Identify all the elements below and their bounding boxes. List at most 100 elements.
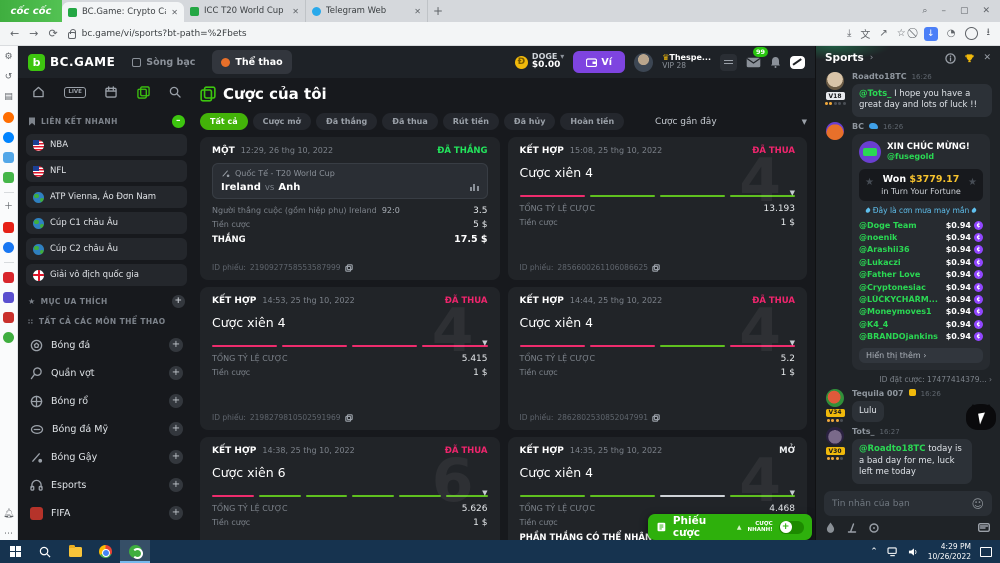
lock-icon[interactable]	[68, 32, 76, 39]
expand-sport-button[interactable]: +	[169, 366, 183, 380]
chat-toggle-icon[interactable]	[790, 56, 805, 69]
sport-item-fifa[interactable]: FIFA+	[26, 500, 187, 526]
tab-search-icon[interactable]: ⌕	[922, 6, 927, 16]
forward-icon[interactable]: →	[29, 27, 38, 40]
expand-sport-button[interactable]: +	[169, 338, 183, 352]
filter-cancelled[interactable]: Đã hủy	[504, 113, 556, 130]
bcgame-logo[interactable]: b BC.GAME	[28, 54, 115, 71]
expand-sport-button[interactable]: +	[169, 506, 183, 520]
copy-icon[interactable]	[345, 264, 353, 272]
info-icon[interactable]	[945, 53, 956, 64]
bookmark-star-icon[interactable]: ☆	[897, 28, 906, 39]
sport-item-cricket[interactable]: Bóng Gậy+	[26, 444, 187, 470]
expand-bet-icon[interactable]: ▼	[790, 189, 795, 197]
rain-winner-username[interactable]: @fusegold	[887, 152, 970, 161]
action-center-icon[interactable]	[980, 547, 992, 557]
youtube-icon[interactable]	[3, 222, 14, 233]
history-icon[interactable]: ↺	[3, 72, 14, 83]
facebook-icon[interactable]	[3, 242, 14, 253]
search-icon[interactable]	[169, 86, 181, 98]
coccoc-taskbar-button[interactable]	[120, 540, 150, 563]
winner-name[interactable]: @Lukaczi	[859, 258, 901, 267]
bet-card-single-won[interactable]: MỘT 12:29, 26 thg 10, 2022 ĐÃ THẮNG Quốc…	[200, 137, 500, 280]
rain-bet-id-link[interactable]: ID đặt cược: 17477414379... ›	[852, 375, 992, 384]
coccoc-logo[interactable]: cốc cốc	[0, 0, 62, 22]
copy-icon[interactable]	[345, 414, 353, 422]
filter-lost[interactable]: Đã thua	[382, 113, 438, 130]
add-favorite-button[interactable]: +	[172, 295, 185, 308]
bet-card-combo-1438[interactable]: KẾT HỢP 14:38, 25 thg 10, 2022 ĐÃ THUA C…	[200, 437, 500, 540]
expand-bet-icon[interactable]: ▼	[482, 339, 487, 347]
tab-bcgame[interactable]: BC.Game: Crypto Casino Gan ✕	[62, 2, 184, 22]
commands-icon[interactable]	[847, 523, 857, 533]
filter-refund[interactable]: Hoàn tiền	[560, 113, 624, 130]
chrome-button[interactable]	[90, 540, 120, 563]
nav-casino[interactable]: Sòng bạc	[123, 50, 204, 74]
save-page-icon[interactable]: ⤓	[847, 28, 851, 39]
notification-bell-icon[interactable]: 🔔︎	[3, 509, 14, 520]
tab-icc-t20[interactable]: ICC T20 World Cup '22 – $50 ✕	[184, 0, 306, 22]
tray-expand-icon[interactable]: ⌃	[870, 547, 878, 557]
chat-username[interactable]: Tequila 007	[852, 389, 904, 398]
games-icon[interactable]	[3, 172, 14, 183]
my-bets-icon[interactable]	[137, 86, 150, 99]
download-manager-icon[interactable]: ↓	[924, 27, 938, 41]
sport-item-tennis[interactable]: Quần vợt+	[26, 360, 187, 386]
winner-name[interactable]: @Doge Team	[859, 221, 917, 230]
shop-icon[interactable]	[3, 272, 14, 283]
nav-sports[interactable]: Thể thao	[212, 50, 291, 74]
coccoc-app-icon[interactable]	[3, 332, 14, 343]
inbox-button[interactable]: 99	[746, 53, 761, 72]
chat-username[interactable]: Roadto18TC	[852, 72, 907, 81]
user-avatar[interactable]	[634, 53, 653, 72]
mention-link[interactable]: @Roadto18TC	[859, 444, 925, 454]
chat-card-icon[interactable]	[978, 523, 990, 532]
bc-bot-avatar[interactable]	[826, 122, 844, 140]
extension-icon[interactable]: ◔	[947, 28, 956, 39]
bet-slip-button[interactable]: Phiếu cược ▲ CƯỢCNHANH!	[648, 514, 812, 540]
sidebar-item-cup-c2[interactable]: Cúp C2 châu Âu	[26, 238, 187, 260]
filter-open[interactable]: Cược mở	[253, 113, 311, 130]
winner-name[interactable]: @Cryptonesiac	[859, 283, 926, 292]
add-shortcut-icon[interactable]: ＋	[3, 202, 14, 213]
user-info[interactable]: ♛Thespe... VIP 28	[662, 53, 711, 71]
settings-gear-icon[interactable]: ⚙	[3, 52, 14, 63]
more-icon[interactable]: ⋯	[3, 529, 14, 540]
sort-dropdown[interactable]: Cược gần đây ▼	[655, 117, 807, 127]
filter-cashout[interactable]: Rút tiền	[443, 113, 499, 130]
profile-icon[interactable]	[965, 27, 978, 40]
sport-item-football[interactable]: Bóng đá+	[26, 332, 187, 358]
reading-list-icon[interactable]: ▤	[3, 92, 14, 103]
sport-item-esports[interactable]: Esports+	[26, 472, 187, 498]
tab-telegram[interactable]: Telegram Web ✕	[306, 0, 428, 22]
avatar[interactable]	[826, 389, 844, 407]
bet-list-icon[interactable]	[720, 54, 737, 71]
mention-link[interactable]: @Tots_	[859, 89, 891, 99]
network-icon[interactable]	[887, 547, 899, 557]
match-stats-icon[interactable]	[470, 184, 479, 191]
filter-won[interactable]: Đã thắng	[316, 113, 377, 130]
chat-username[interactable]: Tots_	[852, 427, 874, 436]
winner-name[interactable]: @Arashii36	[859, 245, 910, 254]
sidebar-item-national-championship[interactable]: Giải vô địch quốc gia	[26, 264, 187, 286]
quick-bet-toggle[interactable]	[779, 521, 804, 534]
new-tab-button[interactable]: +	[428, 0, 448, 22]
calendar-icon[interactable]	[105, 86, 117, 98]
bet-card-combo-1508[interactable]: KẾT HỢP 15:08, 25 thg 10, 2022 ĐÃ THUA C…	[508, 137, 808, 280]
home-icon[interactable]	[32, 86, 45, 98]
emoji-icon[interactable]: ☺	[971, 497, 984, 511]
live-icon[interactable]: LIVE	[64, 87, 86, 98]
sidebar-item-cup-c1[interactable]: Cúp C1 châu Âu	[26, 212, 187, 234]
sidebar-item-nfl[interactable]: NFL	[26, 160, 187, 182]
chat-room-label[interactable]: Sports	[825, 52, 864, 64]
chat-message-input[interactable]	[832, 499, 971, 509]
taskbar-search-button[interactable]	[30, 540, 60, 563]
winner-name[interactable]: @Father Love	[859, 270, 920, 279]
bell-icon[interactable]	[770, 56, 781, 68]
cloud-icon[interactable]	[3, 152, 14, 163]
sidebar-item-atp-vienna[interactable]: ATP Vienna, Áo Đơn Nam	[26, 186, 187, 208]
window-minimize-button[interactable]: –	[941, 6, 946, 16]
chevron-right-icon[interactable]: ›	[870, 53, 874, 63]
collapse-quick-links-button[interactable]: –	[172, 115, 185, 128]
tiktok-icon[interactable]	[3, 312, 14, 323]
